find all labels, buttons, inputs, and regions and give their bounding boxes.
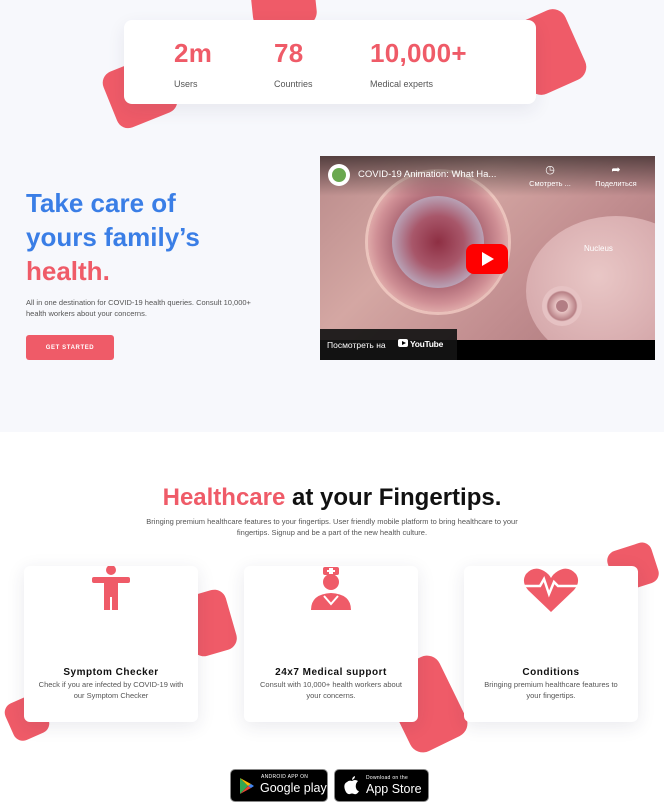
hero-description: All in one destination for COVID-19 heal… xyxy=(26,298,251,318)
watch-later-label: Смотреть ... xyxy=(529,179,571,188)
nucleus-graphic xyxy=(526,216,655,340)
hero-title: Take care of yours family’s health. xyxy=(26,186,200,288)
features-title-rest: at your Fingertips. xyxy=(285,484,502,511)
stat-label: Users xyxy=(174,79,198,89)
hero-title-line: Take care of xyxy=(26,188,176,218)
stat-countries: 78 Countries xyxy=(274,38,313,89)
feature-card-symptom-checker[interactable]: Symptom Checker Check if you are infecte… xyxy=(24,566,198,722)
features-title-accent: Healthcare xyxy=(162,484,286,511)
get-started-button[interactable]: GET STARTED xyxy=(26,335,114,360)
share-icon: ➦ xyxy=(611,164,621,176)
card-description: Bringing premium healthcare features to … xyxy=(484,680,618,700)
card-title: 24x7 Medical support xyxy=(275,667,387,678)
video-title[interactable]: COVID-19 Animation: What Ha... xyxy=(358,169,496,180)
scene-label: Nucleus xyxy=(584,244,613,253)
play-icon[interactable] xyxy=(466,244,508,274)
feature-card-medical-support[interactable]: 24x7 Medical support Consult with 10,000… xyxy=(244,566,418,722)
stat-experts: 10,000+ Medical experts xyxy=(370,38,467,89)
card-description: Consult with 10,000+ health workers abou… xyxy=(260,680,402,700)
apple-icon xyxy=(344,776,359,795)
stat-label: Countries xyxy=(274,79,313,89)
stat-value: 78 xyxy=(274,38,304,68)
watch-on-youtube-link[interactable]: Посмотреть на YouTube xyxy=(320,329,457,360)
google-play-caption: ANDROID APP ON xyxy=(261,774,309,780)
youtube-wordmark: YouTube xyxy=(410,339,443,349)
hero-title-line: yours family’s xyxy=(26,222,200,252)
share-label: Поделиться xyxy=(595,179,637,188)
channel-avatar-icon[interactable] xyxy=(328,164,350,186)
stat-value: 10,000+ xyxy=(370,38,467,68)
google-play-icon xyxy=(240,778,254,794)
share-button[interactable]: ➦ Поделиться xyxy=(588,164,644,188)
google-play-label: Google play xyxy=(260,781,327,795)
app-store-button[interactable]: Download on the App Store xyxy=(334,769,429,802)
card-title: Conditions xyxy=(522,667,580,678)
features-subtitle: Bringing premium healthcare features to … xyxy=(146,517,518,537)
video-player[interactable]: Nucleus COVID-19 Animation: What Ha... ◷… xyxy=(320,156,655,360)
stats-card: 2m Users 78 Countries 10,000+ Medical ex… xyxy=(124,20,536,104)
google-play-button[interactable]: ANDROID APP ON Google play xyxy=(230,769,328,802)
features-title: Healthcare at your Fingertips. xyxy=(0,484,664,512)
watch-later-button[interactable]: ◷ Смотреть ... xyxy=(522,164,578,188)
app-store-label: App Store xyxy=(366,782,422,796)
doctor-icon xyxy=(311,567,351,610)
person-icon xyxy=(92,566,130,610)
feature-card-conditions[interactable]: Conditions Bringing premium healthcare f… xyxy=(464,566,638,722)
app-store-caption: Download on the xyxy=(366,775,409,781)
stat-value: 2m xyxy=(174,38,213,68)
stat-users: 2m Users xyxy=(174,38,212,89)
hero-title-line: health. xyxy=(26,256,110,286)
card-description: Check if you are infected by COVID-19 wi… xyxy=(38,680,184,700)
nuclear-pores-graphic xyxy=(542,286,582,326)
stat-label: Medical experts xyxy=(370,79,434,89)
youtube-logo-icon xyxy=(398,339,408,347)
watch-on-label: Посмотреть на xyxy=(327,340,386,350)
clock-icon: ◷ xyxy=(545,164,555,176)
heartbeat-icon xyxy=(523,568,579,612)
card-title: Symptom Checker xyxy=(63,667,159,678)
